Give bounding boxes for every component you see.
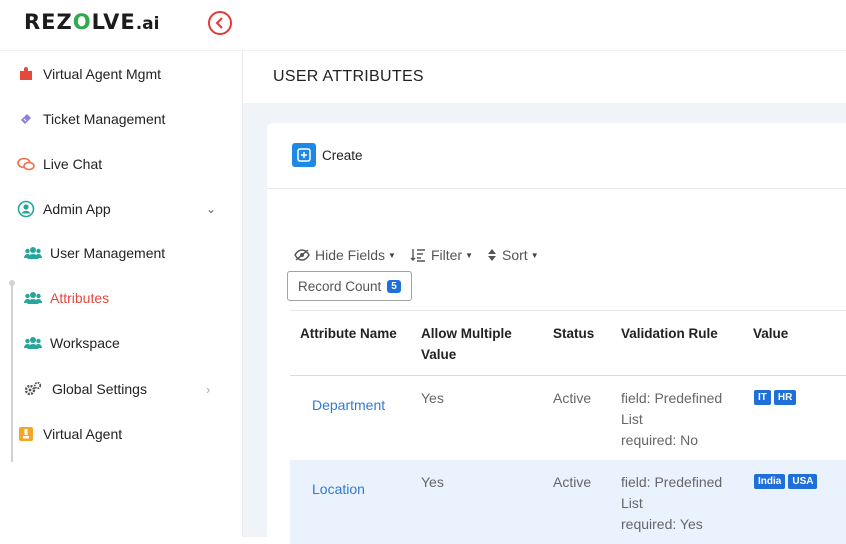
- allow-multiple-cell: Yes: [421, 474, 444, 490]
- sidebar-item-virtual-agent[interactable]: Virtual Agent: [0, 417, 242, 451]
- attribute-name-link[interactable]: Location: [312, 479, 365, 500]
- validation-rule-line: field: Predefined: [621, 474, 723, 490]
- attribute-name-link[interactable]: Department: [312, 395, 385, 416]
- validation-rule-line: List: [621, 411, 643, 427]
- status-cell: Active: [553, 390, 592, 406]
- sidebar-item-label: Live Chat: [43, 156, 103, 172]
- page-title: USER ATTRIBUTES: [273, 68, 424, 85]
- divider: [267, 188, 846, 189]
- users-icon: [24, 289, 42, 307]
- allow-multiple-cell: Yes: [421, 390, 444, 406]
- gears-icon: [24, 380, 42, 398]
- chat-icon: [17, 155, 35, 173]
- caret-down-icon: ▼: [388, 250, 396, 260]
- header-value[interactable]: Value: [753, 323, 788, 344]
- chevron-down-icon: ⌄: [206, 202, 217, 216]
- record-count-button[interactable]: Record Count 5: [287, 271, 412, 301]
- status-cell: Active: [553, 474, 592, 490]
- validation-rule-line: List: [621, 495, 643, 511]
- header-status[interactable]: Status: [553, 323, 594, 344]
- header-allow-multiple-line2: Value: [421, 347, 457, 362]
- ticket-icon: [17, 110, 35, 128]
- agent-icon: [17, 425, 35, 443]
- value-tag: IT: [754, 390, 771, 405]
- value-tags: IT HR: [754, 390, 797, 405]
- sidebar-item-label: Ticket Management: [43, 111, 166, 127]
- header-validation-rule[interactable]: Validation Rule: [621, 323, 718, 344]
- plus-square-icon: [292, 143, 316, 167]
- sidebar-item-label: Workspace: [50, 335, 120, 351]
- record-count-label: Record Count: [298, 278, 382, 294]
- page-header: USER ATTRIBUTES: [243, 51, 846, 103]
- logo-text-3: LVE: [91, 10, 136, 34]
- sort-icon: [488, 249, 496, 261]
- record-count-badge: 5: [387, 279, 401, 293]
- chevron-right-icon: ›: [206, 381, 211, 397]
- users-icon: [24, 334, 42, 352]
- sidebar-item-label: Virtual Agent Mgmt: [43, 66, 162, 82]
- header-attribute-name[interactable]: Attribute Name: [300, 323, 397, 344]
- sidebar-item-label: User Management: [50, 245, 166, 261]
- hide-fields-button[interactable]: Hide Fields ▼: [294, 247, 396, 263]
- value-tag: USA: [788, 474, 818, 489]
- top-bar: REZOLVE.ai: [0, 0, 846, 51]
- hide-fields-label: Hide Fields: [315, 247, 386, 263]
- collapse-sidebar-button[interactable]: [208, 11, 232, 35]
- sidebar-item-admin-app[interactable]: Admin App ⌄: [0, 192, 242, 226]
- sidebar-item-global-settings[interactable]: Global Settings ›: [0, 372, 242, 406]
- table-row[interactable]: Location Yes Active field: Predefined Lis…: [290, 460, 846, 544]
- sidebar-item-attributes[interactable]: Attributes: [0, 281, 242, 315]
- header-allow-multiple-line1: Allow Multiple: [421, 326, 512, 341]
- sort-label: Sort: [502, 247, 528, 263]
- validation-rule-line: field: Predefined: [621, 390, 723, 406]
- main-content: USER ATTRIBUTES Create Hide Fields ▼ Filt…: [243, 51, 846, 544]
- sidebar: Virtual Agent Mgmt Ticket Management Liv…: [0, 51, 243, 537]
- sidebar-item-label: Attributes: [50, 290, 110, 306]
- users-icon: [24, 244, 42, 262]
- table-toolbar: Hide Fields ▼ Filter ▼ Sort ▼: [294, 247, 553, 263]
- value-tag: India: [754, 474, 786, 489]
- logo-text-1: REZ: [24, 10, 73, 34]
- filter-sort-icon: [410, 249, 425, 262]
- filter-button[interactable]: Filter ▼: [410, 247, 473, 263]
- logo-text-4: .ai: [135, 14, 160, 34]
- sidebar-item-ticket-management[interactable]: Ticket Management: [0, 102, 242, 136]
- table-header: Attribute Name Allow Multiple Value Statu…: [290, 310, 846, 376]
- logo[interactable]: REZOLVE.ai: [24, 10, 159, 34]
- sidebar-item-user-management[interactable]: User Management: [0, 236, 242, 270]
- caret-down-icon: ▼: [530, 250, 539, 260]
- filter-label: Filter: [430, 247, 463, 263]
- sort-button[interactable]: Sort ▼: [487, 247, 539, 263]
- validation-rule-cell: field: Predefined List required: Yes: [621, 472, 722, 535]
- attributes-card: Create Hide Fields ▼ Filter ▼ Sort ▼ Record…: [267, 123, 846, 544]
- create-button[interactable]: Create: [292, 143, 363, 167]
- header-allow-multiple[interactable]: Allow Multiple Value: [421, 323, 512, 365]
- sidebar-item-virtual-agent-mgmt[interactable]: Virtual Agent Mgmt: [0, 57, 242, 91]
- sidebar-item-live-chat[interactable]: Live Chat: [0, 147, 242, 181]
- table-row[interactable]: Department Yes Active field: Predefined L…: [290, 376, 846, 460]
- sidebar-item-label: Admin App: [43, 201, 111, 217]
- sidebar-item-label: Virtual Agent: [43, 426, 123, 442]
- eye-slash-icon: [294, 249, 310, 261]
- value-tags: India USA: [754, 474, 818, 489]
- user-circle-icon: [17, 200, 35, 218]
- validation-rule-line: required: No: [621, 432, 699, 448]
- caret-down-icon: ▼: [465, 250, 473, 260]
- sidebar-item-label: Global Settings: [52, 381, 147, 397]
- create-label: Create: [322, 147, 363, 163]
- value-tag: HR: [773, 390, 797, 405]
- logo-text-2: O: [72, 10, 92, 34]
- attributes-table: Attribute Name Allow Multiple Value Statu…: [290, 310, 846, 544]
- chevron-left-icon: [215, 17, 223, 29]
- validation-rule-cell: field: Predefined List required: No: [621, 388, 722, 451]
- validation-rule-line: required: Yes: [621, 516, 703, 532]
- puzzle-icon: [17, 65, 35, 83]
- sidebar-item-workspace[interactable]: Workspace: [0, 326, 242, 360]
